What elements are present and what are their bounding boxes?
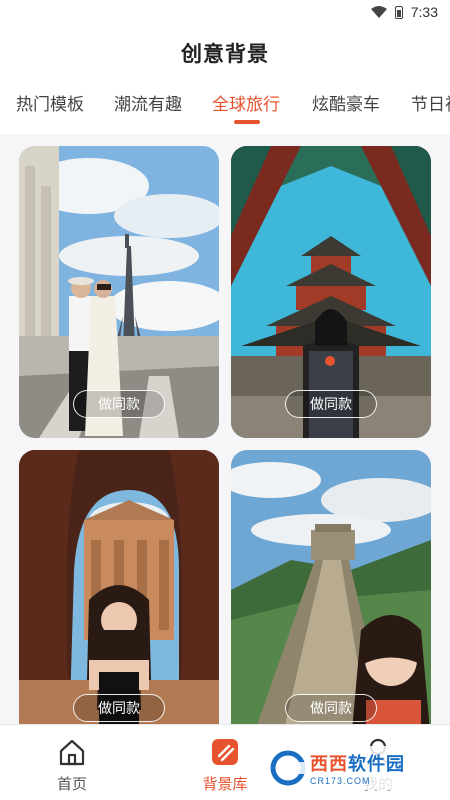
site-watermark: 西西软件园 CR173.COM [264,746,434,790]
tab-trendy-fun[interactable]: 潮流有趣 [114,90,182,115]
status-bar: 7:33 [0,0,450,26]
bottom-navigation: 首页 背景库 我的 西西软件园 CR173.COM [0,724,450,800]
make-same-button[interactable]: 做同款 [73,694,165,722]
tab-cool-cars[interactable]: 炫酷豪车 [312,90,380,115]
active-tab-indicator [234,120,260,124]
great-wall-image [231,450,431,724]
tab-hot-templates[interactable]: 热门模板 [16,90,84,115]
watermark-url: CR173.COM [310,776,371,786]
watermark-text-red: 西西 [310,754,348,774]
petra-cave-image [19,450,219,724]
watermark-logo-icon [270,750,306,786]
category-tabs: 热门模板 潮流有趣 全球旅行 炫酷豪车 节日祝 [0,90,450,130]
page-title: 创意背景 [181,43,269,66]
template-grid: 做同款 做同款 做同款 做同款 [0,134,450,724]
background-library-icon [212,739,238,765]
wifi-icon [370,6,387,18]
make-same-button[interactable]: 做同款 [285,694,377,722]
make-same-button[interactable]: 做同款 [285,390,377,418]
template-card-great-wall[interactable]: 做同款 [231,450,431,724]
nav-item-home[interactable]: 首页 [32,737,112,794]
template-card-petra[interactable]: 做同款 [19,450,219,724]
home-icon [59,739,85,766]
template-card-paris[interactable]: 做同款 [19,146,219,438]
watermark-text-blue: 软件园 [348,754,405,774]
tab-festival[interactable]: 节日祝 [411,90,450,115]
nav-item-background-library[interactable]: 背景库 [185,737,265,794]
tab-global-travel[interactable]: 全球旅行 [212,90,280,115]
battery-icon [394,5,403,19]
template-card-summer-palace[interactable]: 做同款 [231,146,431,438]
nav-label-background-library: 背景库 [202,776,248,793]
make-same-button[interactable]: 做同款 [73,390,165,418]
nav-label-home: 首页 [56,776,87,793]
status-time: 7:33 [410,4,438,20]
